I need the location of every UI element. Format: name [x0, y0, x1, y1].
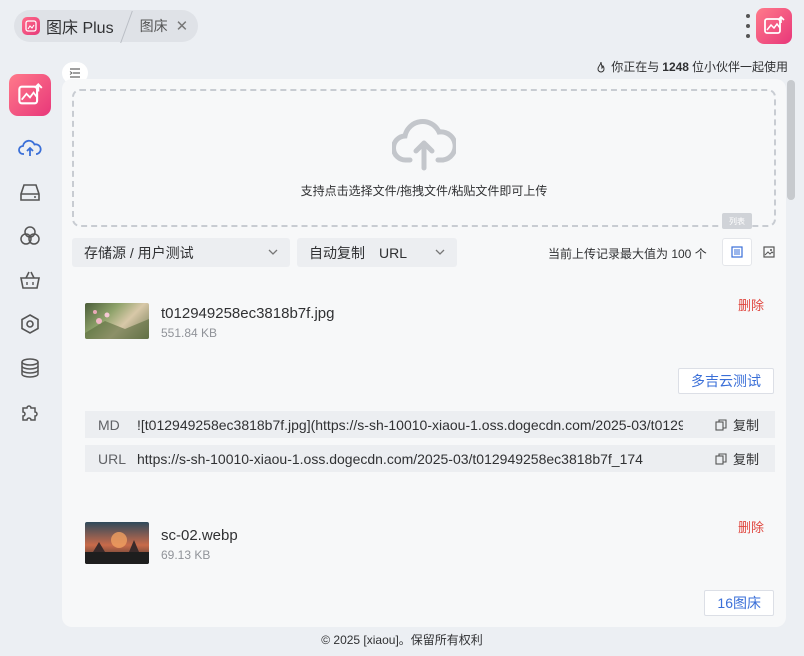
- image-thumbnail[interactable]: [85, 303, 149, 339]
- chevron-down-icon: [268, 249, 278, 255]
- chevron-down-icon: [435, 249, 445, 255]
- delete-button[interactable]: 删除: [738, 517, 764, 536]
- footer-copyright: © 2025 [xiaou]。保留所有权利: [321, 633, 483, 647]
- sidebar: [0, 60, 60, 640]
- auto-copy-label: 自动复制: [309, 244, 365, 261]
- copy-icon: [715, 452, 727, 465]
- auto-copy-value: URL: [379, 244, 408, 261]
- database-icon[interactable]: [16, 354, 44, 382]
- tab-bar: 图床 Plus 图床 ✕: [14, 10, 199, 42]
- flame-icon: [597, 61, 605, 72]
- upload-dropzone[interactable]: 支持点击选择文件/拖拽文件/粘贴文件即可上传: [72, 89, 776, 227]
- image-thumbnail[interactable]: [85, 522, 149, 564]
- tab-separator: [120, 11, 134, 41]
- main-panel: 支持点击选择文件/拖拽文件/粘贴文件即可上传 存储源 / 用户测试 自动复制 U…: [62, 79, 786, 627]
- app-logo-icon: [22, 17, 40, 35]
- gallery-view-button[interactable]: [754, 238, 784, 266]
- auto-copy-select[interactable]: 自动复制 URL: [297, 238, 457, 267]
- storage-source-value: 存储源 / 用户测试: [84, 244, 194, 261]
- online-prefix: 你正在与: [611, 60, 660, 74]
- storage-source-badge[interactable]: 16图床: [704, 590, 774, 616]
- circles-icon[interactable]: [16, 222, 44, 250]
- md-label: MD: [98, 416, 120, 433]
- storage-source-badge[interactable]: 多吉云测试: [678, 368, 774, 394]
- online-count: 1248: [662, 59, 689, 74]
- file-name: t012949258ec3818b7f.jpg: [161, 305, 335, 322]
- tab-image-host[interactable]: 图床: [140, 16, 168, 36]
- url-link-row: URL https://s-sh-10010-xiaou-1.oss.dogec…: [85, 445, 775, 472]
- delete-button[interactable]: 删除: [738, 295, 764, 314]
- copy-label: 复制: [732, 418, 759, 433]
- url-label: URL: [98, 450, 127, 467]
- list-view-button[interactable]: [722, 238, 752, 266]
- upload-limit-text: 当前上传记录最大值为 100 个: [548, 247, 707, 261]
- scrollbar[interactable]: [787, 80, 795, 200]
- copy-label: 复制: [732, 452, 759, 467]
- upload-cloud-large-icon: [392, 118, 456, 170]
- file-size: 551.84 KB: [161, 326, 218, 340]
- copy-icon: [715, 418, 727, 431]
- list-view-icon: [731, 246, 743, 258]
- upload-hint: 支持点击选择文件/拖拽文件/粘贴文件即可上传: [300, 183, 548, 198]
- close-icon[interactable]: ✕: [176, 17, 189, 35]
- copy-url-button[interactable]: 复制: [715, 449, 759, 468]
- puzzle-plugin-icon[interactable]: [16, 398, 44, 426]
- extension-logo-icon[interactable]: [756, 8, 792, 44]
- image-view-icon: [763, 246, 775, 258]
- online-users-notice: 你正在与 1248 位小伙伴一起使用: [595, 58, 788, 75]
- url-link-value[interactable]: https://s-sh-10010-xiaou-1.oss.dogecdn.c…: [137, 451, 683, 467]
- storage-source-select[interactable]: 存储源 / 用户测试: [72, 238, 290, 267]
- copy-md-button[interactable]: 复制: [715, 415, 759, 434]
- view-tooltip: 列表: [722, 213, 752, 229]
- file-name: sc-02.webp: [161, 527, 238, 544]
- app-title-tab[interactable]: 图床 Plus: [46, 14, 114, 38]
- more-menu-icon[interactable]: [742, 14, 754, 38]
- markdown-link-row: MD ![t012949258ec3818b7f.jpg](https://s-…: [85, 411, 775, 438]
- sidebar-logo-icon[interactable]: [9, 74, 51, 116]
- online-suffix: 位小伙伴一起使用: [691, 60, 788, 74]
- hexagon-settings-icon[interactable]: [16, 310, 44, 338]
- markdown-link-value[interactable]: ![t012949258ec3818b7f.jpg](https://s-sh-…: [137, 417, 683, 433]
- storage-drive-icon[interactable]: [16, 178, 44, 206]
- basket-icon[interactable]: [16, 266, 44, 294]
- file-size: 69.13 KB: [161, 548, 211, 562]
- upload-cloud-icon[interactable]: [16, 134, 44, 162]
